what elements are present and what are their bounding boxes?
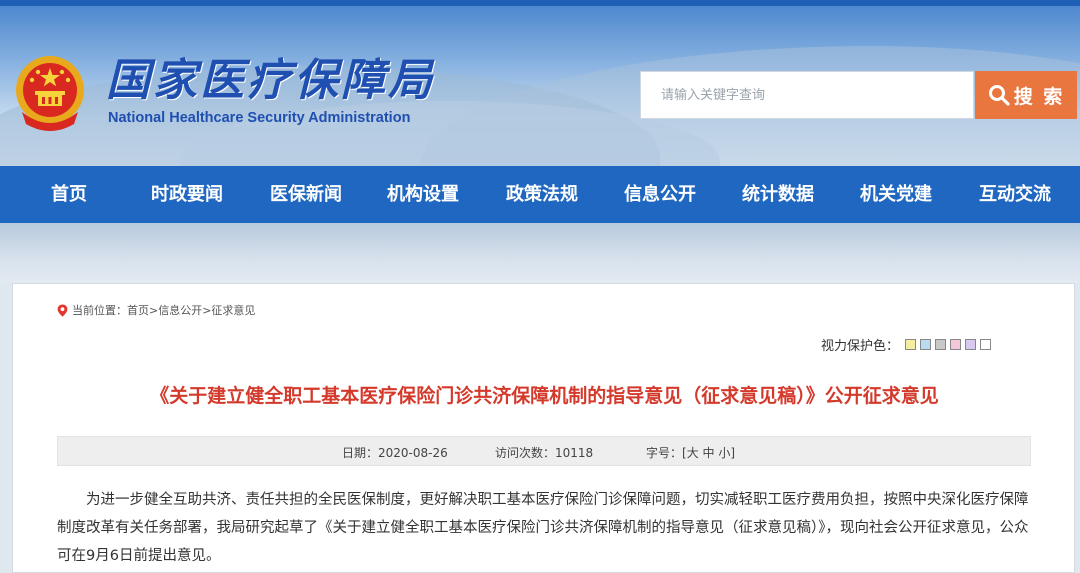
color-swatches: [905, 339, 992, 350]
font-size-label: 字号：[: [646, 446, 687, 460]
nav-item-organization[interactable]: 机构设置: [387, 166, 459, 223]
font-large-button[interactable]: 大: [687, 446, 699, 460]
nav-underlay: [0, 223, 1080, 283]
article-title: 《关于建立健全职工基本医疗保险门诊共济保障机制的指导意见（征求意见稿）》公开征求…: [150, 385, 939, 407]
nav-item-interaction[interactable]: 互动交流: [979, 166, 1051, 223]
nav-item-home[interactable]: 首页: [51, 166, 87, 223]
search-box: [640, 71, 974, 119]
swatch-purple[interactable]: [965, 339, 977, 350]
nav-item-policies[interactable]: 政策法规: [506, 166, 578, 223]
publish-date: 日期：2020-08-26: [342, 444, 448, 461]
visit-count: 访问次数：10118: [495, 444, 593, 461]
font-small-button[interactable]: 小: [718, 446, 730, 460]
nav-item-party[interactable]: 机关党建: [860, 166, 932, 223]
site-header: 国家医疗保障局 National Healthcare Security Adm…: [0, 6, 1080, 166]
search-input[interactable]: [641, 72, 961, 118]
eye-protection-colors: 视力保护色：: [821, 335, 992, 354]
swatch-yellow[interactable]: [905, 339, 917, 350]
article-meta: 日期：2020-08-26 访问次数：10118 字号：[大 中 小]: [57, 436, 1031, 466]
breadcrumb: 当前位置：首页>信息公开>征求意见: [57, 302, 255, 318]
nav-item-statistics[interactable]: 统计数据: [742, 166, 814, 223]
site-title: 国家医疗保障局: [106, 55, 435, 106]
breadcrumb-text: 当前位置：首页>信息公开>征求意见: [72, 304, 256, 317]
font-size-control: 字号：[大 中 小]: [646, 444, 735, 461]
article-body: 为进一步健全互助共济、责任共担的全民医保制度，更好解决职工基本医疗保险门诊保障问…: [57, 492, 1029, 564]
visits-value: 10118: [555, 446, 594, 460]
swatch-blue[interactable]: [920, 339, 932, 350]
date-value: 2020-08-26: [378, 446, 448, 460]
nav-item-disclosure[interactable]: 信息公开: [624, 166, 696, 223]
main-nav: 首页 时政要闻 医保新闻 机构设置 政策法规 信息公开 统计数据 机关党建 互动…: [0, 166, 1080, 223]
swatch-white[interactable]: [980, 339, 992, 350]
search-button-label: 搜 索: [1013, 85, 1065, 108]
nav-item-news[interactable]: 医保新闻: [270, 166, 342, 223]
swatch-gray[interactable]: [935, 339, 947, 350]
search-icon: [988, 85, 1010, 106]
swatch-pink[interactable]: [950, 339, 962, 350]
font-size-bracket: ]: [730, 446, 736, 460]
visits-label: 访问次数：: [495, 446, 556, 460]
site-subtitle: National Healthcare Security Administrat…: [108, 110, 411, 126]
location-pin-icon: [57, 304, 68, 317]
search-button[interactable]: 搜 索: [975, 71, 1077, 119]
font-medium-button[interactable]: 中: [703, 446, 715, 460]
national-emblem-icon: [16, 56, 84, 131]
date-label: 日期：: [342, 446, 379, 460]
content-panel: 当前位置：首页>信息公开>征求意见 视力保护色： 《关于建立健全职工基本医疗保险…: [12, 283, 1075, 573]
nav-item-current-affairs[interactable]: 时政要闻: [151, 166, 223, 223]
eye-protection-label: 视力保护色：: [821, 339, 900, 354]
